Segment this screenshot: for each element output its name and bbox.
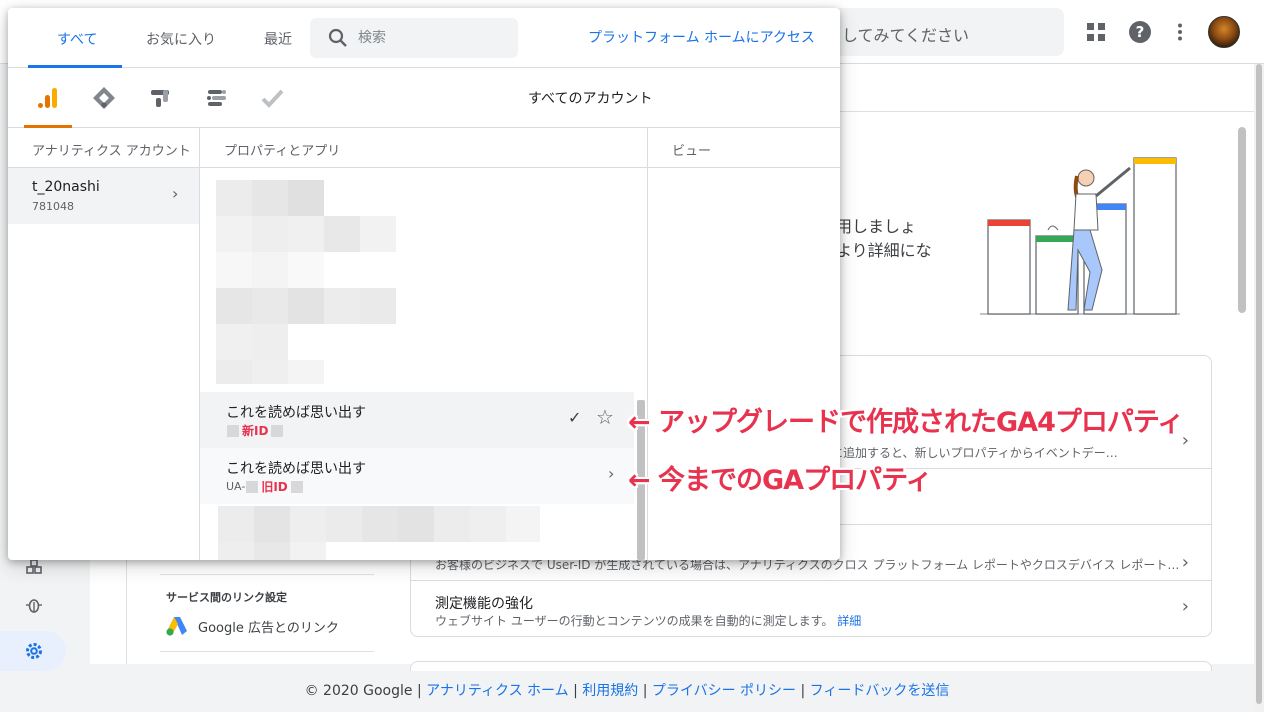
redacted-block [271, 424, 284, 437]
apps-grid-icon[interactable] [1082, 18, 1110, 46]
accounts-column-header: アナリティクス アカウント [32, 144, 191, 159]
google-ads-link-label: Google 広告とのリンク [198, 620, 339, 636]
account-name: t_20nashi [32, 179, 100, 195]
property-name-ga4: これを読めば思い出す [226, 405, 366, 421]
property-row-ua[interactable]: これを読めば思い出す UA- 旧ID › [200, 448, 634, 504]
card-divider-3 [411, 580, 1211, 581]
footer-sep-1: | [412, 683, 427, 699]
svg-text:?: ? [1136, 23, 1145, 41]
ua-prefix: UA- [226, 480, 246, 493]
footer-link-feedback[interactable]: フィードバックを送信 [810, 683, 950, 699]
redacted-block [290, 480, 303, 493]
account-id: 781048 [32, 200, 74, 213]
next-card-edge [410, 661, 1212, 671]
enhanced-measurement-chevron-icon[interactable]: › [1182, 596, 1189, 617]
account-chevron-icon: › [172, 184, 179, 203]
ga4-promo-illustration [980, 157, 1180, 315]
annotation-ga4-property: ← アップグレードで作成されたGA4プロパティ [628, 407, 1184, 438]
data-studio-icon[interactable] [202, 84, 230, 112]
google-ads-link-item[interactable]: Google 広告とのリンク [166, 616, 339, 636]
account-row[interactable]: t_20nashi 781048 › [8, 168, 199, 224]
tag-manager-icon[interactable] [90, 84, 118, 112]
property-name-ua: これを読めば思い出す [226, 461, 366, 477]
admin-gear-icon[interactable] [22, 639, 46, 663]
annotation-ua-property: ← 今までのGAプロパティ [628, 465, 932, 496]
check-icon: ✓ [568, 408, 582, 427]
chooser-tab-bar: すべて お気に入り 最近 プラットフォーム ホームにアクセス [8, 8, 840, 68]
redacted-block [246, 480, 259, 493]
property-chevron-icon: › [608, 464, 615, 483]
property-row-ga4[interactable]: これを読めば思い出す 新ID ✓ ☆ [200, 392, 634, 448]
chooser-search-input[interactable] [358, 28, 508, 48]
star-outline-icon[interactable]: ☆ [596, 405, 614, 429]
card-row-userid-chevron-icon[interactable]: › [1182, 552, 1189, 573]
page-footer: © 2020 Google | アナリティクス ホーム | 利用規約 | プライ… [0, 672, 1254, 712]
learn-more-link[interactable]: 詳細 [837, 614, 861, 628]
help-icon[interactable]: ? [1126, 18, 1154, 46]
footer-link-analytics-home[interactable]: アナリティクス ホーム [426, 683, 569, 699]
footer-sep-3: | [638, 683, 652, 699]
column-headers: アナリティクス アカウント プロパティとアプリ ビュー [8, 128, 840, 168]
section-divider-bottom [160, 651, 374, 652]
enhanced-measurement-title: 測定機能の強化 [435, 596, 533, 612]
section-divider-top [160, 574, 374, 575]
properties-column-header: プロパティとアプリ [224, 144, 341, 159]
property-id-ua: UA- 旧ID [226, 478, 304, 495]
footer-link-privacy[interactable]: プライバシー ポリシー [652, 683, 796, 699]
optimize-icon[interactable] [146, 84, 174, 112]
views-column-header: ビュー [672, 144, 712, 159]
global-search-field[interactable]: してみてください [820, 8, 1064, 56]
page-scrollbar-thumb[interactable] [1256, 64, 1262, 704]
all-accounts-label: すべてのアカウント [528, 91, 653, 107]
tab-all[interactable]: すべて [57, 29, 97, 49]
search-icon [328, 28, 347, 47]
surveys-icon[interactable] [258, 84, 286, 112]
content-scrollbar-thumb[interactable] [1238, 127, 1246, 313]
property-id-ga4: 新ID [226, 422, 284, 439]
footer-link-terms[interactable]: 利用規約 [582, 683, 638, 699]
tab-recent[interactable]: 最近 [264, 29, 292, 49]
enhanced-measurement-desc-text: ウェブサイト ユーザーの行動とコンテンツの成果を自動的に測定します。 [435, 614, 834, 628]
enhanced-measurement-desc: ウェブサイト ユーザーの行動とコンテンツの成果を自動的に測定します。 詳細 [435, 612, 861, 629]
analytics-icon[interactable] [34, 84, 62, 112]
global-search-placeholder: してみてください [842, 26, 970, 45]
redacted-block [227, 424, 239, 437]
new-id-label: 新ID [242, 424, 269, 438]
footer-sep-2: | [568, 683, 583, 699]
debug-bug-icon[interactable] [22, 593, 46, 617]
platform-home-link[interactable]: プラットフォーム ホームにアクセス [588, 27, 815, 47]
product-switcher: すべてのアカウント [8, 68, 840, 128]
old-id-label: 旧ID [261, 480, 288, 494]
google-ads-icon [166, 617, 187, 636]
user-avatar[interactable] [1208, 16, 1240, 48]
chooser-search-box[interactable] [310, 18, 518, 58]
footer-sep-4: | [796, 683, 810, 699]
more-vert-icon[interactable] [1166, 18, 1194, 46]
tab-favorites[interactable]: お気に入り [146, 29, 216, 49]
footer-copyright: © 2020 Google [304, 683, 413, 699]
product-linking-heading: サービス間のリンク設定 [166, 591, 287, 604]
